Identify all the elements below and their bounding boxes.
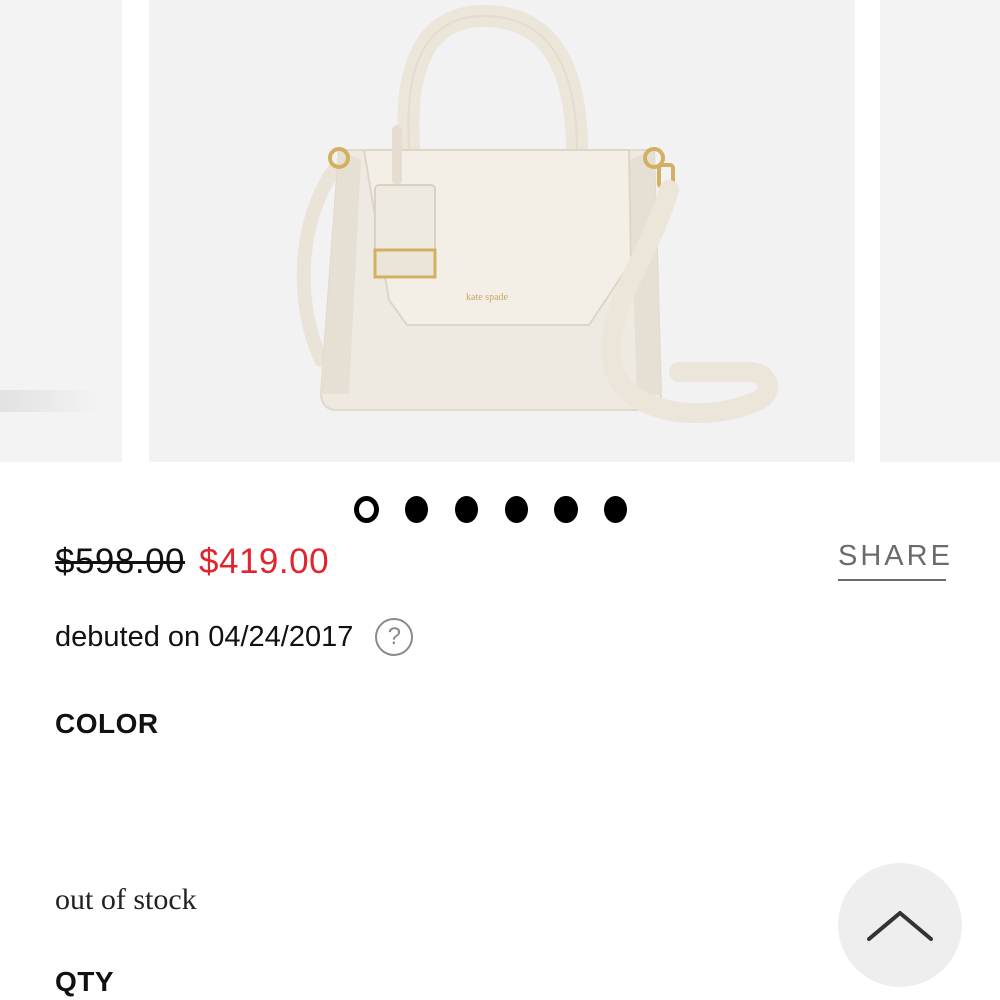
product-detail-page: kate spade $598.00 $419.00 SHARE debuted… xyxy=(0,0,1000,1000)
back-to-top-button[interactable] xyxy=(838,863,962,987)
qty-label: QTY xyxy=(55,966,115,997)
carousel-dot[interactable] xyxy=(504,495,528,523)
current-product-image[interactable]: kate spade xyxy=(149,0,855,462)
original-price: $598.00 xyxy=(55,542,186,581)
share-button[interactable]: SHARE xyxy=(838,540,950,581)
color-label: COLOR xyxy=(55,708,159,739)
brand-logo-mark: kate spade xyxy=(466,292,508,303)
product-image-carousel[interactable]: kate spade xyxy=(0,0,1000,462)
next-product-image[interactable] xyxy=(880,0,1000,462)
carousel-dots xyxy=(354,494,654,524)
carousel-dot[interactable] xyxy=(405,495,429,523)
previous-image-edge xyxy=(0,390,100,412)
previous-product-image[interactable] xyxy=(0,0,122,462)
help-glyph: ? xyxy=(387,623,402,650)
carousel-dot[interactable] xyxy=(554,495,578,523)
carousel-dot[interactable] xyxy=(454,495,479,523)
question-circle-icon[interactable]: ? xyxy=(375,618,414,656)
carousel-dot[interactable] xyxy=(354,495,379,523)
stock-status: out of stock xyxy=(55,883,197,916)
carousel-dot[interactable] xyxy=(604,495,628,523)
debut-info: debuted on 04/24/2017 ? xyxy=(55,618,414,656)
handbag-image: kate spade xyxy=(296,4,778,424)
price-row: $598.00 $419.00 xyxy=(55,542,329,592)
debut-date-text: debuted on 04/24/2017 xyxy=(55,620,354,653)
sale-price: $419.00 xyxy=(199,542,330,581)
chevron-up-icon xyxy=(867,911,933,941)
